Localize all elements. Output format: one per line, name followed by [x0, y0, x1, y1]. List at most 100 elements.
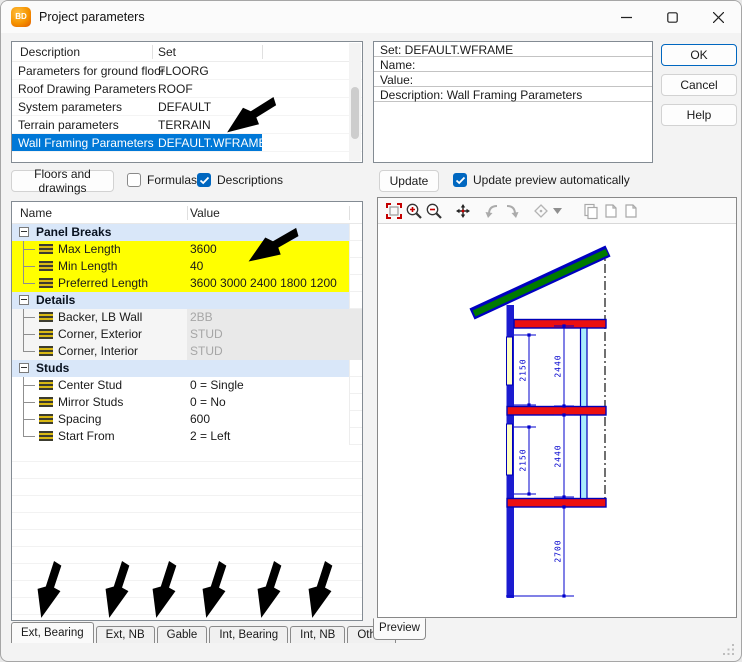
parameter-icon: [39, 414, 53, 425]
pan-icon[interactable]: [453, 201, 473, 221]
resize-grip[interactable]: [723, 644, 735, 656]
tree-row-backer-lb-wall[interactable]: Backer, LB Wall 2BB: [12, 309, 362, 326]
zoom-in-icon[interactable]: [404, 201, 424, 221]
parameter-tree: Name Value Panel Breaks Max Length 3600 …: [11, 201, 363, 621]
tab-gable[interactable]: Gable: [157, 626, 208, 643]
tab-preview[interactable]: Preview: [373, 618, 426, 640]
cancel-button[interactable]: Cancel: [661, 74, 737, 96]
collapse-icon[interactable]: [19, 295, 29, 305]
cell-set: DEFAULT: [158, 100, 211, 114]
tree-group-details[interactable]: Details: [12, 292, 349, 309]
window-opening: [507, 424, 513, 475]
detail-set: Set: DEFAULT.WFRAME: [380, 43, 513, 57]
set-table-row[interactable]: Terrain parameters TERRAIN: [12, 116, 362, 134]
param-name: Start From: [58, 429, 115, 443]
set-table-row[interactable]: Roof Drawing Parameters ROOF: [12, 80, 362, 98]
parameter-set-table: Description Set Parameters for ground fl…: [11, 41, 363, 163]
floor-beam: [507, 499, 606, 508]
rotate-right-icon[interactable]: [502, 201, 522, 221]
snap-dropdown-icon[interactable]: [551, 201, 563, 221]
set-table-header: Description Set: [12, 42, 362, 62]
descriptions-label: Descriptions: [217, 173, 283, 187]
scrollbar-thumb[interactable]: [351, 87, 359, 139]
cell-description: Wall Framing Parameters: [18, 136, 154, 150]
maximize-button[interactable]: [649, 1, 695, 33]
parameter-icon: [39, 261, 53, 272]
tree-line: [23, 275, 36, 292]
rotate-left-icon[interactable]: [482, 201, 502, 221]
preview-canvas[interactable]: 2150 2440 2150 2440 2700: [378, 225, 736, 617]
tree-row-mirror-studs[interactable]: Mirror Studs 0 = No: [12, 394, 349, 411]
tab-int-bearing[interactable]: Int, Bearing: [209, 626, 288, 643]
tree-row-spacing[interactable]: Spacing 600: [12, 411, 349, 428]
ok-button[interactable]: OK: [661, 44, 737, 66]
parameter-icon: [39, 244, 53, 255]
param-name: Corner, Exterior: [58, 327, 142, 341]
tab-ext-bearing[interactable]: Ext, Bearing: [11, 622, 94, 643]
param-value: 3600 3000 2400 1800 1200: [190, 276, 337, 290]
minimize-button[interactable]: [603, 1, 649, 33]
tree-line: [23, 241, 36, 258]
tree-line: [23, 309, 36, 326]
update-button[interactable]: Update: [379, 170, 439, 192]
collapse-icon[interactable]: [19, 363, 29, 373]
project-parameters-dialog: BD Project parameters Description Set Pa…: [0, 0, 742, 662]
stud-column: [581, 415, 588, 499]
set-table-row[interactable]: Parameters for ground floor FLOORG: [12, 62, 362, 80]
detail-name: Name:: [380, 58, 415, 72]
collapse-icon[interactable]: [19, 227, 29, 237]
zoom-out-icon[interactable]: [424, 201, 444, 221]
param-name: Center Stud: [58, 378, 122, 392]
param-name: Mirror Studs: [58, 395, 123, 409]
set-table-row[interactable]: System parameters DEFAULT: [12, 98, 362, 116]
floors-and-drawings-button[interactable]: Floors and drawings: [11, 170, 114, 192]
zoom-extents-icon[interactable]: [384, 201, 404, 221]
parameter-icon: [39, 278, 53, 289]
tree-row-corner-interior[interactable]: Corner, Interior STUD: [12, 343, 362, 360]
cell-description: Terrain parameters: [18, 118, 119, 132]
snap-point-icon[interactable]: [531, 201, 551, 221]
tree-line: [23, 343, 36, 360]
param-name: Max Length: [58, 242, 121, 256]
tree-row-preferred-length[interactable]: Preferred Length 3600 3000 2400 1800 120…: [12, 275, 349, 292]
dim-ground: 2700: [554, 539, 563, 562]
window-opening: [507, 337, 513, 385]
tree-line: [23, 326, 36, 343]
tree-row-max-length[interactable]: Max Length 3600: [12, 241, 349, 258]
copy-page-icon[interactable]: [601, 201, 621, 221]
param-value: STUD: [190, 327, 223, 341]
close-icon: [713, 12, 724, 23]
column-header-set: Set: [158, 45, 176, 59]
tree-header: Name Value: [12, 202, 362, 224]
cell-description: Roof Drawing Parameters: [18, 82, 156, 96]
help-button[interactable]: Help: [661, 104, 737, 126]
copy-page-2-icon[interactable]: [621, 201, 641, 221]
update-preview-checkbox[interactable]: [453, 173, 467, 187]
formulas-checkbox[interactable]: [127, 173, 141, 187]
param-name: Preferred Length: [58, 276, 148, 290]
dimension-lines: [506, 326, 574, 596]
tree-row-min-length[interactable]: Min Length 40: [12, 258, 349, 275]
tree-group-studs[interactable]: Studs: [12, 360, 349, 377]
tree-row-center-stud[interactable]: Center Stud 0 = Single: [12, 377, 349, 394]
tab-ext-nb[interactable]: Ext, NB: [96, 626, 155, 643]
close-button[interactable]: [695, 1, 741, 33]
group-label: Studs: [36, 361, 69, 375]
set-table-scrollbar[interactable]: [349, 43, 361, 161]
minimize-icon: [621, 12, 632, 23]
tree-line: [23, 377, 36, 394]
parameter-icon: [39, 312, 53, 323]
set-table-row-selected[interactable]: Wall Framing Parameters DEFAULT.WFRAME: [12, 134, 362, 152]
annotation-arrow: [101, 561, 133, 619]
tree-row-corner-exterior[interactable]: Corner, Exterior STUD: [12, 326, 362, 343]
copy-drawing-icon[interactable]: [581, 201, 601, 221]
dim-lower-right: 2440: [554, 444, 563, 467]
tree-row-start-from[interactable]: Start From 2 = Left: [12, 428, 349, 445]
detail-value: Value:: [380, 73, 413, 87]
floor-beam: [514, 320, 606, 329]
descriptions-checkbox[interactable]: [197, 173, 211, 187]
tab-int-nb[interactable]: Int, NB: [290, 626, 345, 643]
stud-column: [581, 328, 588, 407]
cell-set: ROOF: [158, 82, 193, 96]
column-header-name: Name: [20, 206, 52, 220]
